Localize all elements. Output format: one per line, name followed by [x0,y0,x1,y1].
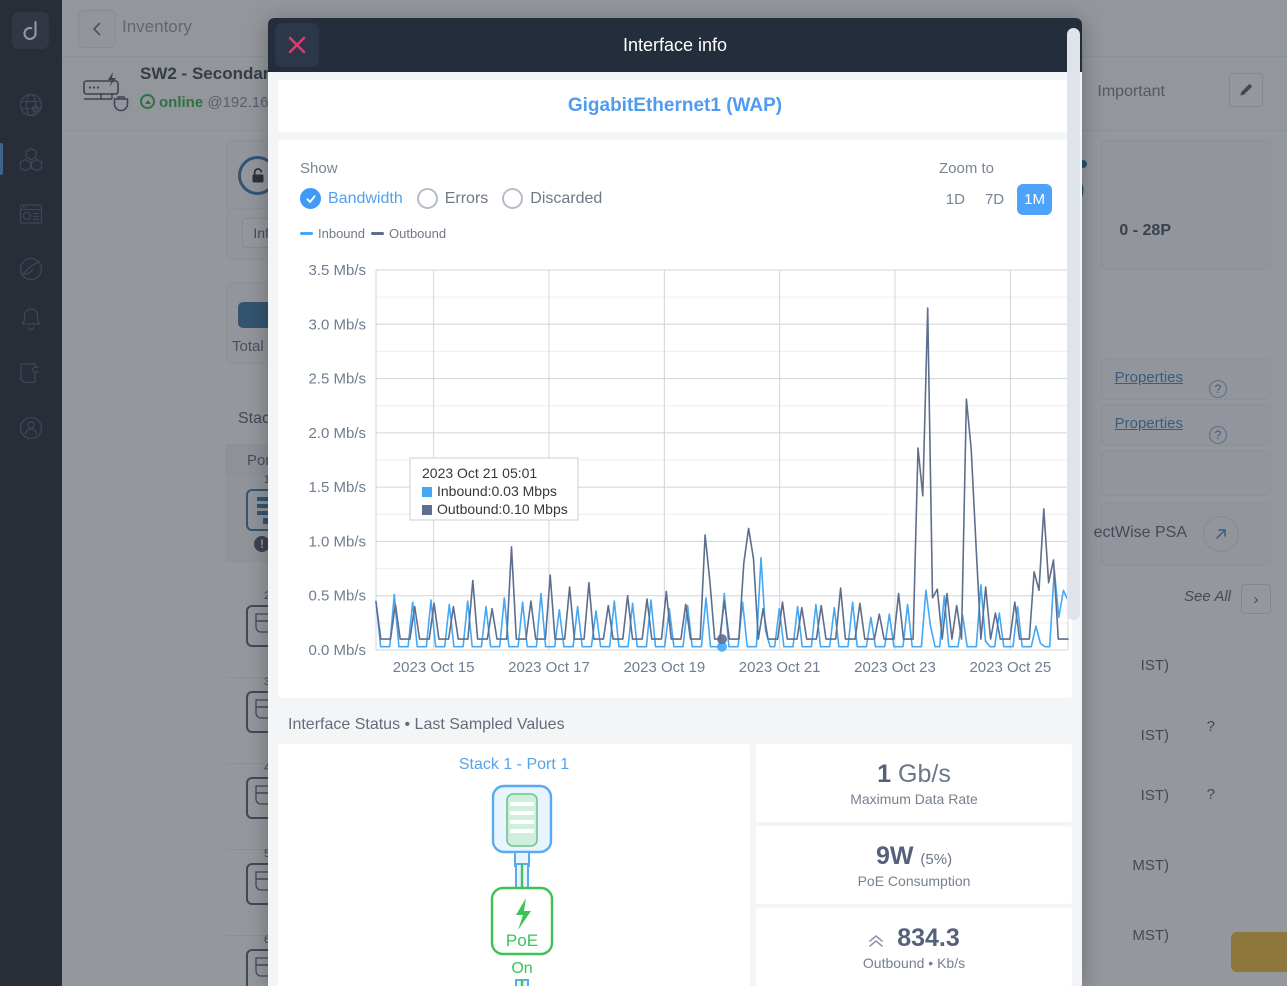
zoom-1d-button[interactable]: 1D [939,184,972,215]
status-section: Stack 1 - Port 1 PoE On 1 Gb/s Maximum D… [278,744,1072,986]
stat-poe-consumption: 9W (5%) PoE Consumption [756,826,1072,904]
radio-unchecked-icon [416,188,438,209]
close-x-icon [288,36,306,54]
zoom-7d-button[interactable]: 7D [978,184,1011,215]
metric-radio-group: Bandwidth Errors Discarded [300,188,602,209]
show-label: Show [300,160,338,177]
x-axis-tick: 2023 Oct 21 [739,659,821,676]
radio-unchecked-icon [502,188,524,209]
radio-discarded-label: Discarded [530,189,603,207]
poe-consumption-label: PoE Consumption [857,872,971,889]
poe-state: On [511,960,532,977]
svg-text:Outbound:0.10 Mbps: Outbound:0.10 Mbps [437,501,568,517]
stat-max-data-rate: 1 Gb/s Maximum Data Rate [756,744,1072,822]
y-axis-tick: 0.0 Mb/s [308,642,366,659]
radio-bandwidth-label: Bandwidth [328,189,403,207]
poe-percent: (5%) [920,850,953,868]
interface-info-modal: Interface info GigabitEthernet1 (WAP) Sh… [268,18,1082,986]
outbound-value: 834.3 [868,924,960,953]
radio-checked-icon [300,188,321,209]
stat-outbound: 834.3 Outbound • Kb/s [756,908,1072,986]
poe-consumption-value: 9W (5%) [876,842,952,871]
y-axis-tick: 1.0 Mb/s [308,533,366,550]
zoom-1m-button[interactable]: 1M [1017,184,1052,215]
y-axis-tick: 2.0 Mb/s [308,425,366,442]
port-viz-title: Stack 1 - Port 1 [458,756,570,773]
chart-legend: Inbound Outbound [300,226,446,241]
x-axis-tick: 2023 Oct 23 [854,659,936,676]
max-data-rate-value: 1 Gb/s [877,760,951,789]
y-axis-tick: 2.5 Mb/s [308,371,366,388]
legend-outbound[interactable]: Outbound [371,226,446,241]
bandwidth-chart-card: Show Zoom to Bandwidth Errors Discarded … [278,140,1072,698]
poe-number: 9W [875,841,914,870]
interface-name-card: GigabitEthernet1 (WAP) [278,80,1072,132]
chevron-up-double-icon [868,930,889,950]
legend-inbound-label: Inbound [318,226,365,241]
x-axis-tick: 2023 Oct 19 [623,659,705,676]
outbound-number: 834.3 [897,923,960,952]
radio-errors-label: Errors [444,189,489,207]
max-rate-unit: Gb/s [898,759,951,788]
max-data-rate-label: Maximum Data Rate [850,790,978,807]
y-axis-tick: 3.0 Mb/s [308,316,366,333]
zoom-to-label: Zoom to [938,160,994,177]
legend-outbound-label: Outbound [389,226,447,241]
chart-tooltip: 2023 Oct 21 05:01 Inbound:0.03 Mbps Outbou… [409,457,579,521]
bandwidth-plot[interactable]: 0.0 Mb/s 0.5 Mb/s 1.0 Mb/s 1.5 Mb/s 2.0 Mb/s… [292,260,1069,690]
interface-name: GigabitEthernet1 (WAP) [567,95,783,116]
x-axis-tick: 2023 Oct 15 [393,659,475,676]
zoom-range-buttons: 1D 7D 1M [939,184,1052,215]
status-section-heading: Interface Status • Last Sampled Values [288,716,565,733]
port-poe-diagram: PoE On [490,784,554,986]
modal-title: Interface info [622,34,728,55]
poe-label: PoE [506,931,538,950]
legend-inbound-swatch [300,232,313,235]
modal-body: GigabitEthernet1 (WAP) Show Zoom to Band… [268,72,1082,986]
close-button[interactable] [275,23,319,67]
radio-discarded[interactable]: Discarded [502,188,602,209]
x-axis-tick: 2023 Oct 17 [508,659,590,676]
legend-outbound-swatch [371,232,384,235]
series-inbound [375,556,1069,648]
chart-controls: Show Zoom to Bandwidth Errors Discarded … [292,152,1058,260]
y-axis-tick: 0.5 Mb/s [308,588,366,605]
y-axis-tick: 3.5 Mb/s [308,262,366,279]
legend-inbound[interactable]: Inbound [300,226,365,241]
radio-errors[interactable]: Errors [416,188,489,209]
radio-bandwidth[interactable]: Bandwidth [300,188,403,209]
x-axis-tick: 2023 Oct 25 [969,659,1051,676]
outbound-label: Outbound • Kb/s [862,954,966,971]
svg-text:Inbound:0.03 Mbps: Inbound:0.03 Mbps [437,483,557,499]
y-axis-tick: 1.5 Mb/s [308,479,366,496]
port-visualization: Stack 1 - Port 1 PoE On [278,744,750,986]
max-rate-number: 1 [877,759,892,788]
svg-text:2023 Oct 21 05:01: 2023 Oct 21 05:01 [422,465,537,481]
status-stats: 1 Gb/s Maximum Data Rate 9W (5%) PoE Con… [756,744,1072,986]
modal-header: Interface info [268,18,1082,72]
modal-scrollbar[interactable] [1067,28,1080,620]
